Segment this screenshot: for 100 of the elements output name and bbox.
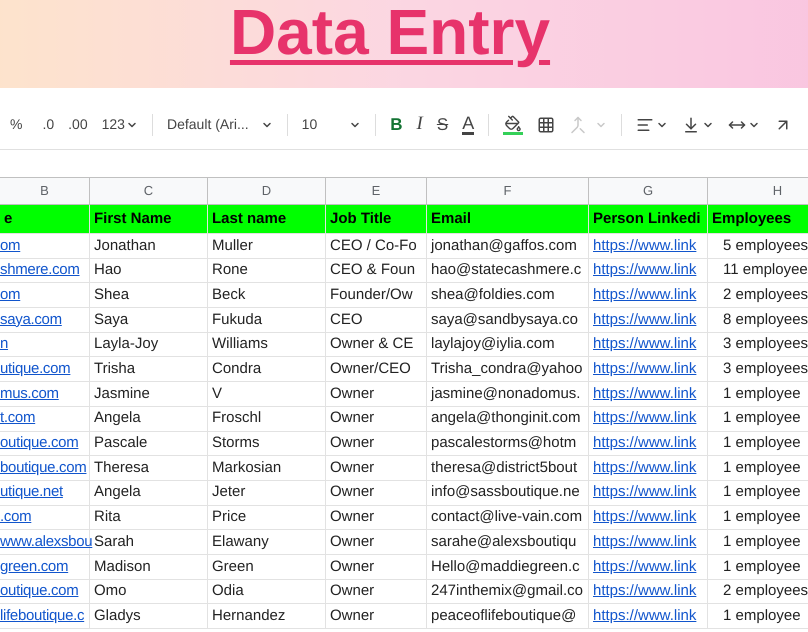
table-cell-text: 1 employee <box>722 532 802 552</box>
link-cell[interactable]: outique.com <box>0 432 80 455</box>
table-cell-text: Owner <box>329 507 376 528</box>
table-cell-text: 3 employees <box>722 334 808 354</box>
increase-decimal-button[interactable]: .00 <box>68 114 88 135</box>
link-cell[interactable]: https://www.link <box>589 259 700 282</box>
link-cell[interactable]: outique.com <box>0 580 80 603</box>
link-cell[interactable]: https://www.link <box>589 530 700 554</box>
table-cell-text: Hello@maddiegreen.c <box>430 556 581 577</box>
percent-button[interactable]: % <box>10 114 22 135</box>
link-cell[interactable]: green.com <box>0 556 70 578</box>
link-cell[interactable]: https://www.link <box>589 580 700 603</box>
table-cell-text: 1 employee <box>722 507 802 528</box>
table-cell-text: Markosian <box>211 458 282 478</box>
table-cell-text: shea@foldies.com <box>430 284 556 305</box>
table-cell-text: V <box>211 384 224 404</box>
link-cell[interactable]: https://www.link <box>589 234 700 258</box>
table-cell-text: Jeter <box>211 482 246 502</box>
table-cell-text: Angela <box>93 408 142 428</box>
table-cell-text: Owner <box>329 606 376 626</box>
link-cell[interactable]: mus.com <box>0 382 61 406</box>
table-cell-text: Saya <box>93 310 130 330</box>
number-format-button[interactable]: 123 <box>102 114 125 135</box>
column-letter[interactable]: D <box>262 181 272 201</box>
link-cell[interactable]: lifeboutique.c <box>0 604 86 628</box>
link-cell[interactable]: https://www.link <box>589 308 700 332</box>
link-cell[interactable]: .com <box>0 506 34 529</box>
table-cell-text: Madison <box>93 556 152 577</box>
table-cell-text: sarahe@alexsboutiqu <box>430 532 578 552</box>
column-letter[interactable]: G <box>642 181 654 201</box>
table-cell-text: hao@statecashmere.c <box>430 260 582 280</box>
link-cell[interactable]: https://www.link <box>589 432 700 455</box>
header-cell-text: Employees <box>711 208 792 229</box>
font-size-dropdown[interactable]: 10 <box>302 114 318 135</box>
table-cell-text: Omo <box>93 581 128 602</box>
link-cell[interactable]: https://www.link <box>589 284 700 306</box>
table-cell-text: Owner <box>329 408 376 428</box>
strikethrough-button[interactable]: S <box>436 112 448 138</box>
table-cell-text: 5 employees <box>722 236 808 256</box>
bold-button[interactable]: B <box>390 112 403 138</box>
header-cell-text: e <box>3 208 14 229</box>
link-cell[interactable]: https://www.link <box>589 456 700 480</box>
header-cell-text: Last name <box>211 208 288 229</box>
table-cell-text: contact@live-vain.com <box>430 507 584 528</box>
table-cell-text: jasmine@nonadomus. <box>430 384 582 404</box>
link-cell[interactable]: om <box>0 234 22 258</box>
borders-icon[interactable] <box>537 116 556 134</box>
link-cell[interactable]: utique.net <box>0 481 65 504</box>
italic-button[interactable]: I <box>416 110 423 139</box>
table-cell-text: CEO & Foun <box>329 260 416 280</box>
link-cell[interactable]: shmere.com <box>0 259 82 282</box>
column-letter[interactable]: B <box>40 181 49 201</box>
table-cell-text: Owner <box>329 581 376 602</box>
link-cell[interactable]: n <box>0 333 10 356</box>
column-letter[interactable]: F <box>504 181 512 201</box>
table-cell-text: Owner <box>329 433 376 454</box>
link-cell[interactable]: https://www.link <box>589 382 700 406</box>
table-cell-text: 1 employee <box>722 482 802 502</box>
table-cell-text: Owner & CE <box>329 334 414 354</box>
table-cell-text: Owner <box>329 556 376 577</box>
header-cell-text: First Name <box>93 208 173 229</box>
link-cell[interactable]: https://www.link <box>589 556 700 578</box>
link-cell[interactable]: https://www.link <box>589 358 700 381</box>
table-cell-text: Owner <box>329 384 376 404</box>
table-cell-text: Layla-Joy <box>93 334 160 354</box>
table-cell-text: 1 employee <box>722 606 802 626</box>
table-cell-text: Shea <box>93 284 130 305</box>
column-letter[interactable]: E <box>372 181 380 201</box>
decrease-decimal-button[interactable]: .0 <box>42 114 54 135</box>
table-cell-text: Hernandez <box>211 606 286 626</box>
table-cell-text: 1 employee <box>722 408 802 428</box>
table-cell-text: peaceoflifeboutique@ <box>430 606 578 626</box>
link-cell[interactable]: saya.com <box>0 308 64 332</box>
table-cell-text: laylajoy@iylia.com <box>430 334 556 354</box>
link-cell[interactable]: t.com <box>0 407 38 430</box>
table-cell-text: Trisha <box>93 359 136 380</box>
table-cell-text: theresa@district5bout <box>430 458 578 478</box>
link-cell[interactable]: www.alexsbou <box>0 530 94 554</box>
fill-color-icon[interactable] <box>503 114 524 134</box>
link-cell[interactable]: https://www.link <box>589 407 700 430</box>
text-color-button[interactable]: A <box>462 114 474 135</box>
column-letter[interactable]: H <box>772 181 782 201</box>
table-cell-text: Jasmine <box>93 384 151 404</box>
header-cell-text: Person Linkedi <box>592 208 702 229</box>
table-cell-text: Beck <box>211 284 246 305</box>
table-cell-text: Rone <box>211 260 249 280</box>
table-cell-text: CEO / Co-Fo <box>329 236 418 256</box>
link-cell[interactable]: utique.com <box>0 358 72 381</box>
link-cell[interactable]: boutique.com <box>0 456 88 480</box>
font-dropdown[interactable]: Default (Ari... <box>166 114 249 135</box>
column-letter[interactable]: C <box>144 181 154 201</box>
link-cell[interactable]: https://www.link <box>589 604 700 628</box>
table-cell-text: Founder/Ow <box>329 284 414 305</box>
link-cell[interactable]: https://www.link <box>589 333 700 356</box>
link-cell[interactable]: https://www.link <box>589 506 700 529</box>
table-cell-text: Rita <box>93 507 122 528</box>
table-cell-text: Sarah <box>93 532 136 552</box>
link-cell[interactable]: https://www.link <box>589 481 700 504</box>
table-cell-text: 247inthemix@gmail.co <box>430 581 584 602</box>
link-cell[interactable]: om <box>0 284 22 306</box>
